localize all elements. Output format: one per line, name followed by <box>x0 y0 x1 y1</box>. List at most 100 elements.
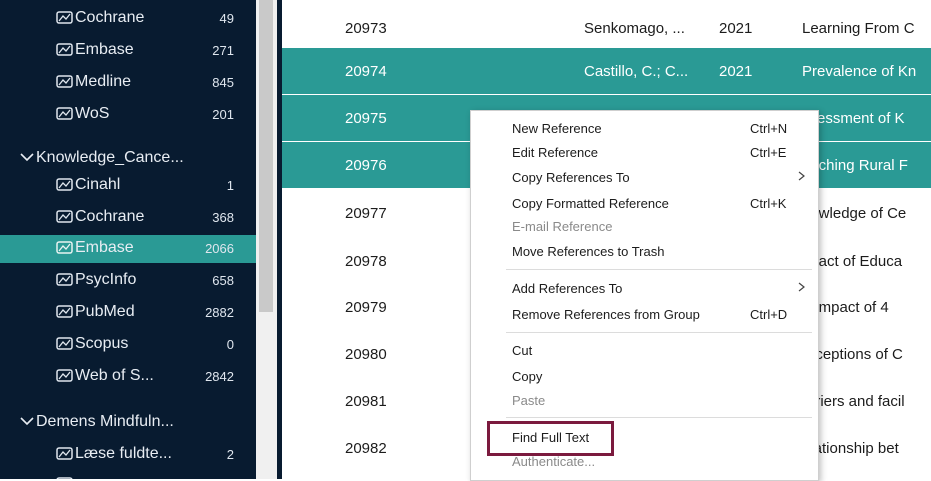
record-number: 20975 <box>345 110 387 127</box>
sidebar-item-label: Medline <box>75 73 132 90</box>
menu-item-cut[interactable]: Cut <box>471 339 818 361</box>
sidebar-item-label: Læse fuldte... <box>75 445 172 462</box>
sidebar-item-label: Embase <box>75 239 134 256</box>
sidebar-item-psycinfo[interactable]: PsycInfo 658 <box>0 267 256 295</box>
group-set-knowledge-cancer[interactable]: Knowledge_Cance... <box>0 145 256 173</box>
title-cell: Learning From C <box>802 20 915 37</box>
sidebar-item-count: 368 <box>212 210 234 225</box>
context-menu: New Reference Ctrl+N Edit Reference Ctrl… <box>470 110 819 481</box>
sidebar-item-label: Cochrane <box>75 9 145 26</box>
sidebar-item-label: Cochrane <box>75 208 145 225</box>
menu-item-label: Copy <box>512 369 543 384</box>
group-set-label: Demens Mindfuln... <box>36 413 174 430</box>
menu-item-label: Edit Reference <box>512 145 598 160</box>
sidebar-item-cinahl[interactable]: Cinahl 1 <box>0 172 256 200</box>
library-group-icon <box>56 11 73 24</box>
sidebar-item-label: Scopus <box>75 335 129 352</box>
sidebar-item-embase-selected[interactable]: Embase 2066 <box>0 235 256 263</box>
sidebar-item-partial[interactable] <box>0 471 256 479</box>
sidebar-item-count: 2066 <box>205 241 234 256</box>
library-group-icon <box>56 178 73 191</box>
sidebar-item-count: 271 <box>212 43 234 58</box>
sidebar-item-pubmed[interactable]: PubMed 2882 <box>0 299 256 327</box>
menu-item-copy-formatted-reference[interactable]: Copy Formatted Reference Ctrl+K <box>471 192 818 214</box>
menu-item-label: New Reference <box>512 121 602 136</box>
record-number: 20978 <box>345 253 387 270</box>
chevron-right-icon <box>798 282 805 292</box>
groups-sidebar: Cochrane 49 Embase 271 Medline 845 WoS 2… <box>0 0 256 479</box>
record-number: 20973 <box>345 20 387 37</box>
menu-shortcut: Ctrl+K <box>750 196 787 211</box>
table-row[interactable]: 20974 Castillo, C.; C... 2021 Prevalence… <box>282 48 931 94</box>
menu-item-add-references-to[interactable]: Add References To <box>471 277 818 299</box>
record-number: 20977 <box>345 205 387 222</box>
sidebar-item-label: WoS <box>75 105 110 122</box>
record-number: 20976 <box>345 157 387 174</box>
menu-item-email-reference: E-mail Reference <box>471 215 818 237</box>
sidebar-item-count: 2 <box>226 447 234 462</box>
record-number: 20979 <box>345 299 387 316</box>
library-group-icon <box>56 337 73 350</box>
sidebar-item-label: Cinahl <box>75 176 121 193</box>
library-group-icon <box>56 305 73 318</box>
author-cell: Castillo, C.; C... <box>584 63 689 80</box>
sidebar-item-embase[interactable]: Embase 271 <box>0 37 256 65</box>
sidebar-item-count: 49 <box>219 11 234 26</box>
sidebar-item-scopus[interactable]: Scopus 0 <box>0 331 256 359</box>
menu-item-remove-from-group[interactable]: Remove References from Group Ctrl+D <box>471 303 818 325</box>
sidebar-item-laese-fuldtekst[interactable]: Læse fuldte... 2 <box>0 441 256 469</box>
chevron-down-icon[interactable] <box>20 152 34 162</box>
menu-item-label: Paste <box>512 393 546 408</box>
author-cell: Senkomago, ... <box>584 20 685 37</box>
menu-item-label: Authenticate... <box>512 454 596 469</box>
library-group-icon <box>56 107 73 120</box>
menu-item-move-to-trash[interactable]: Move References to Trash <box>471 240 818 262</box>
menu-item-paste: Paste <box>471 389 818 411</box>
sidebar-item-label: Web of S... <box>75 367 154 384</box>
chevron-down-icon[interactable] <box>20 416 34 426</box>
record-number: 20981 <box>345 393 387 410</box>
find-full-text-highlight <box>487 421 614 456</box>
sidebar-item-medline[interactable]: Medline 845 <box>0 69 256 97</box>
menu-item-label: Copy References To <box>512 170 630 185</box>
sidebar-item-count: 845 <box>212 75 234 90</box>
scrollbar-thumb[interactable] <box>259 0 273 312</box>
sidebar-item-wos[interactable]: WoS 201 <box>0 101 256 129</box>
table-row[interactable]: 20973 Senkomago, ... 2021 Learning From … <box>282 5 931 51</box>
chevron-right-icon <box>798 171 805 181</box>
menu-item-copy-references-to[interactable]: Copy References To <box>471 166 818 188</box>
sidebar-scrollbar[interactable] <box>256 0 277 479</box>
record-number: 20980 <box>345 346 387 363</box>
menu-item-label: Move References to Trash <box>512 244 665 259</box>
sidebar-item-count: 201 <box>212 107 234 122</box>
group-set-label: Knowledge_Cance... <box>36 149 184 166</box>
sidebar-item-count: 2842 <box>205 369 234 384</box>
library-group-icon <box>56 241 73 254</box>
menu-item-label: Cut <box>512 343 533 358</box>
sidebar-item-label: Embase <box>75 41 134 58</box>
menu-item-label: Remove References from Group <box>512 307 700 322</box>
group-set-demens-mindfulness[interactable]: Demens Mindfuln... <box>0 409 256 437</box>
sidebar-item-cochrane[interactable]: Cochrane 49 <box>0 5 256 33</box>
sidebar-item-count: 658 <box>212 273 234 288</box>
menu-shortcut: Ctrl+D <box>750 307 788 322</box>
menu-item-new-reference[interactable]: New Reference Ctrl+N <box>471 117 818 139</box>
menu-item-label: Add References To <box>512 281 623 296</box>
library-group-icon <box>56 369 73 382</box>
sidebar-item-label: PsycInfo <box>75 271 137 288</box>
menu-item-label: Copy Formatted Reference <box>512 196 669 211</box>
year-cell: 2021 <box>719 63 753 80</box>
sidebar-item-count: 1 <box>226 178 234 193</box>
menu-item-edit-reference[interactable]: Edit Reference Ctrl+E <box>471 141 818 163</box>
menu-separator <box>506 417 812 418</box>
menu-item-copy[interactable]: Copy <box>471 365 818 387</box>
menu-shortcut: Ctrl+N <box>750 121 788 136</box>
library-group-icon <box>56 43 73 56</box>
sidebar-item-web-of-science[interactable]: Web of S... 2842 <box>0 363 256 391</box>
menu-separator <box>506 332 812 333</box>
sidebar-item-cochrane[interactable]: Cochrane 368 <box>0 204 256 232</box>
menu-item-label: E-mail Reference <box>512 219 613 234</box>
title-cell: Prevalence of Kn <box>802 63 917 80</box>
year-cell: 2021 <box>719 20 753 37</box>
record-number: 20982 <box>345 440 387 457</box>
